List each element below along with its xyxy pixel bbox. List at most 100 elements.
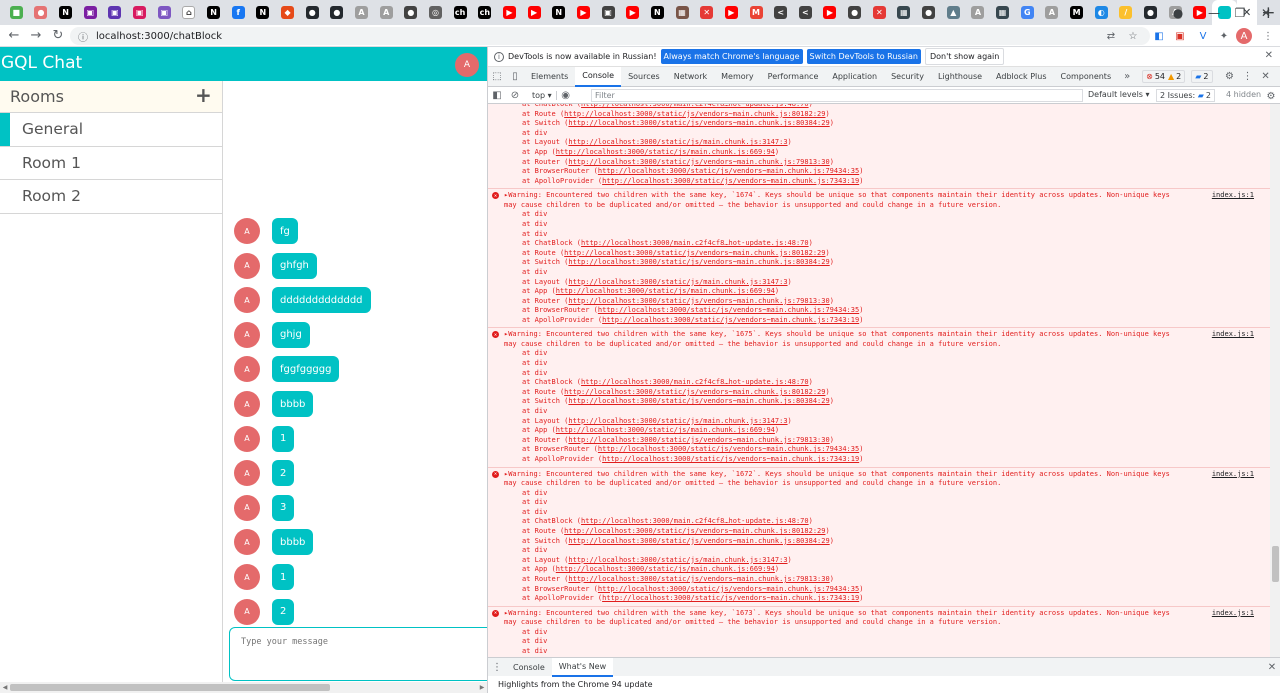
tab-lighthouse[interactable]: Lighthouse (931, 67, 989, 87)
room-item[interactable]: General (0, 113, 222, 147)
messages-badge[interactable]: ▰ 2 (1191, 70, 1213, 83)
stack-frame-link[interactable]: http://localhost:3000/static/js/vendors~… (568, 537, 829, 545)
stack-frame-link[interactable]: http://localhost:3000/static/js/vendors~… (564, 527, 825, 535)
browser-tab[interactable]: f (226, 0, 251, 25)
browser-tab[interactable]: ● (325, 0, 350, 25)
inspect-element-icon[interactable]: ⬚ (488, 67, 506, 87)
bookmark-star-icon[interactable]: ☆ (1125, 28, 1141, 44)
clear-console-icon[interactable]: ⊘ (506, 88, 524, 104)
source-link[interactable]: index.js:1 (1212, 609, 1254, 617)
translate-icon[interactable]: ⇄ (1103, 28, 1119, 44)
browser-tab[interactable]: ▶ (818, 0, 843, 25)
message-avatar[interactable]: A (234, 391, 260, 417)
stack-frame-link[interactable]: http://localhost:3000/static/js/vendors~… (564, 388, 825, 396)
browser-tab[interactable]: N (201, 0, 226, 25)
devtools-menu-icon[interactable]: ⋮ (1239, 67, 1257, 87)
browser-tab[interactable]: A (966, 0, 991, 25)
browser-tab[interactable]: M (744, 0, 769, 25)
browser-tab[interactable]: ◎ (423, 0, 448, 25)
more-tabs-icon[interactable]: » (1118, 67, 1136, 87)
browser-tab[interactable]: ▣ (596, 0, 621, 25)
browser-tab[interactable]: M (1064, 0, 1089, 25)
tab-sources[interactable]: Sources (621, 67, 667, 87)
horizontal-scrollbar[interactable]: ◀ ▶ (0, 682, 487, 693)
console-filter-input[interactable]: Filter (591, 89, 1083, 102)
warning-message[interactable]: ▸Warning: Encountered two children with … (488, 470, 1270, 489)
issues-button[interactable]: 2 Issues: ▰ 2 (1156, 89, 1215, 102)
stack-frame-link[interactable]: http://localhost:3000/main.c2f4cf8…hot-u… (581, 239, 809, 247)
stack-frame-link[interactable]: http://localhost:3000/static/js/vendors~… (564, 110, 825, 118)
match-language-button[interactable]: Always match Chrome's language (660, 49, 803, 64)
stack-frame-link[interactable]: http://localhost:3000/static/js/vendors~… (602, 594, 859, 602)
browser-tab[interactable]: G (1015, 0, 1040, 25)
source-link[interactable]: index.js:1 (1212, 191, 1254, 199)
forward-arrow-icon[interactable]: → (25, 25, 47, 47)
console-settings-gear-icon[interactable]: ⚙ (1262, 88, 1280, 104)
browser-tab[interactable]: ch (472, 0, 497, 25)
drawer-tab-console[interactable]: Console (506, 658, 552, 677)
message-avatar[interactable]: A (234, 287, 260, 314)
message-avatar[interactable]: A (234, 356, 260, 383)
warning-message[interactable]: ▸Warning: Encountered two children with … (488, 191, 1270, 210)
browser-tab[interactable]: A (374, 0, 399, 25)
browser-tab[interactable]: ◆ (275, 0, 300, 25)
browser-tab[interactable]: ▶ (571, 0, 596, 25)
browser-tab[interactable]: N (645, 0, 670, 25)
settings-gear-icon[interactable]: ⚙ (1221, 67, 1239, 87)
stack-frame-link[interactable]: http://localhost:3000/static/js/vendors~… (568, 119, 829, 127)
stack-frame-link[interactable]: http://localhost:3000/static/js/main.chu… (556, 565, 775, 573)
stack-frame-link[interactable]: http://localhost:3000/static/js/vendors~… (602, 455, 859, 463)
tab-performance[interactable]: Performance (761, 67, 826, 87)
scrollbar-thumb[interactable] (10, 684, 330, 691)
scrollbar-thumb[interactable] (1272, 546, 1279, 582)
tab-console[interactable]: Console (575, 66, 622, 87)
warning-message[interactable]: ▸Warning: Encountered two children with … (488, 609, 1270, 628)
browser-tab[interactable]: ▣ (127, 0, 152, 25)
browser-tab[interactable]: ▣ (78, 0, 103, 25)
stack-frame-link[interactable]: http://localhost:3000/static/js/main.chu… (568, 278, 787, 286)
browser-tab[interactable]: ● (300, 0, 325, 25)
stack-frame-link[interactable]: http://localhost:3000/static/js/vendors~… (598, 167, 859, 175)
browser-tab[interactable]: ✕ (867, 0, 892, 25)
browser-tab[interactable]: ch (448, 0, 473, 25)
switch-language-button[interactable]: Switch DevTools to Russian (806, 49, 921, 64)
message-avatar[interactable]: A (234, 564, 260, 590)
tab-network[interactable]: Network (667, 67, 714, 87)
dont-show-again-button[interactable]: Don't show again (924, 48, 1005, 65)
stack-frame-link[interactable]: http://localhost:3000/static/js/vendors~… (568, 575, 829, 583)
stack-frame-link[interactable]: http://localhost:3000/static/js/vendors~… (568, 258, 829, 266)
warning-message[interactable]: ▸Warning: Encountered two children with … (488, 330, 1270, 349)
browser-tab[interactable]: N (546, 0, 571, 25)
tab-adblock-plus[interactable]: Adblock Plus (989, 67, 1053, 87)
address-bar[interactable]: ⓘ localhost:3000/chatBlock (70, 27, 1150, 45)
stack-frame-link[interactable]: http://localhost:3000/static/js/vendors~… (568, 158, 829, 166)
console-vertical-scrollbar[interactable] (1270, 104, 1280, 657)
stack-frame-link[interactable]: http://localhost:3000/main.c2f4cf8…hot-u… (581, 517, 809, 525)
scroll-right-icon[interactable]: ▶ (477, 682, 487, 693)
room-item[interactable]: Room 1 (0, 147, 222, 180)
stack-frame-link[interactable]: http://localhost:3000/static/js/vendors~… (568, 297, 829, 305)
log-levels-dropdown[interactable]: Default levels ▾ (1088, 90, 1150, 99)
browser-tab[interactable]: ● (29, 0, 54, 25)
browser-tab[interactable]: A (349, 0, 374, 25)
user-avatar[interactable]: A (455, 53, 479, 77)
context-selector[interactable]: top ▾ (528, 91, 557, 100)
message-avatar[interactable]: A (234, 321, 260, 348)
stack-frame-link[interactable]: http://localhost:3000/static/js/main.chu… (568, 138, 787, 146)
browser-tab[interactable]: ● (399, 0, 424, 25)
stack-frame-link[interactable]: http://localhost:3000/static/js/main.chu… (568, 556, 787, 564)
message-avatar[interactable]: A (234, 494, 260, 521)
stack-frame-link[interactable]: http://localhost:3000/static/js/main.chu… (556, 148, 775, 156)
browser-tab[interactable]: ✕ (694, 0, 719, 25)
extension-icon[interactable]: ▣ (1172, 28, 1188, 44)
browser-tab[interactable]: ▲ (941, 0, 966, 25)
browser-tab[interactable]: ▶ (719, 0, 744, 25)
close-devtools-icon[interactable]: ✕ (1257, 67, 1275, 87)
stack-frame-link[interactable]: http://localhost:3000/static/js/vendors~… (598, 306, 859, 314)
stack-frame-link[interactable]: http://localhost:3000/static/js/main.chu… (568, 417, 787, 425)
window-close-icon[interactable]: ✕ (1248, 0, 1280, 25)
browser-menu-icon[interactable]: ⋮ (1260, 28, 1276, 44)
stack-frame-link[interactable]: http://localhost:3000/static/js/vendors~… (598, 585, 859, 593)
browser-tab[interactable]: ▶ (522, 0, 547, 25)
browser-tab[interactable]: ■ (4, 0, 29, 25)
